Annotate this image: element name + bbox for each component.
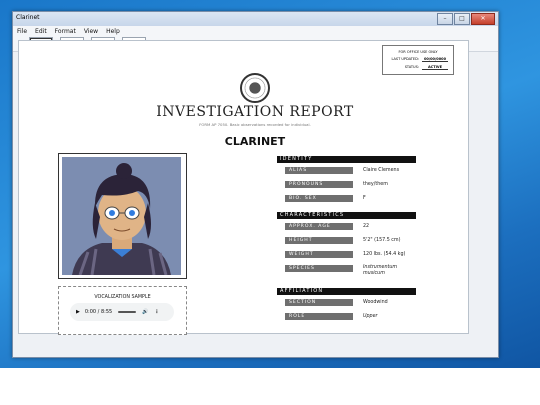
menu-bar: File Edit Format View Help [13, 26, 498, 37]
field-age-label: APPROX. AGE [285, 223, 353, 230]
field-height-value: 5'2" (157.5 cm) [363, 238, 401, 243]
field-role-label: ROLE [285, 313, 353, 320]
more-options-icon[interactable]: ⋮ [154, 309, 159, 315]
field-weight-label: WEIGHT [285, 251, 353, 258]
window-controls: – □ ✕ [436, 13, 495, 25]
portrait-image [62, 157, 181, 275]
agency-seal-icon [240, 73, 270, 103]
play-icon[interactable]: ▶ [76, 309, 80, 315]
office-use-box: FOR OFFICE USE ONLY LAST UPDATED: 00/00/… [382, 45, 454, 75]
field-pronouns-value: they/them [363, 182, 388, 187]
field-section-value: Woodwind [363, 300, 388, 305]
last-updated-label: LAST UPDATED: [391, 57, 419, 61]
field-species-value: Instrumentum musicum [363, 265, 398, 276]
field-species-label: SPECIES [285, 265, 353, 272]
close-button[interactable]: ✕ [471, 13, 495, 25]
section-characteristics: CHARACTERISTICS [277, 212, 416, 219]
field-weight-value: 120 lbs. (54.4 kg) [363, 252, 406, 257]
status-value: ACTIVE [422, 65, 448, 70]
menu-edit[interactable]: Edit [35, 28, 47, 35]
audio-player: ▶ 0:00 / 8:55 🔊 ⋮ [70, 303, 174, 321]
section-affiliation: AFFILIATION [277, 288, 416, 295]
last-updated-row: LAST UPDATED: 00/00/0000 [383, 57, 453, 62]
minimize-button[interactable]: – [437, 13, 453, 25]
subject-name: CLARINET [224, 135, 286, 148]
vocalization-sample-box: VOCALIZATION SAMPLE ▶ 0:00 / 8:55 🔊 ⋮ [58, 286, 187, 335]
report-title: INVESTIGATION REPORT [156, 104, 354, 120]
field-bio-sex-label: BIO. SEX [285, 195, 353, 202]
field-age-value: 22 [363, 224, 370, 229]
audio-time: 0:00 / 8:55 [84, 309, 113, 315]
office-use-header: FOR OFFICE USE ONLY [398, 50, 438, 54]
menu-format[interactable]: Format [55, 28, 76, 35]
last-updated-value: 00/00/0000 [422, 57, 448, 62]
field-role-value: Upper [363, 314, 378, 319]
field-pronouns-label: PRONOUNS [285, 181, 353, 188]
status-row: STATUS: ACTIVE [383, 65, 453, 70]
maximize-button[interactable]: □ [454, 13, 470, 25]
volume-icon[interactable]: 🔊 [142, 309, 148, 315]
field-height-label: HEIGHT [285, 237, 353, 244]
field-bio-sex-value: F [363, 196, 366, 201]
audio-progress-bar[interactable] [118, 311, 137, 313]
window-title: Clarinet [16, 14, 40, 21]
field-section-label: SECTION [285, 299, 353, 306]
field-alias-label: ALIAS [285, 167, 353, 174]
desktop-bottom-area [0, 368, 540, 405]
menu-help[interactable]: Help [106, 28, 120, 35]
form-note: FORM AP 7050. Basic observations recorde… [199, 122, 311, 127]
menu-view[interactable]: View [84, 28, 98, 35]
portrait-frame [58, 153, 187, 279]
status-label: STATUS: [404, 65, 419, 69]
title-bar[interactable]: Clarinet – □ ✕ [13, 12, 498, 26]
field-alias-value: Claire Clemens [363, 168, 400, 173]
vocalization-label: VOCALIZATION SAMPLE [94, 295, 151, 300]
menu-file[interactable]: File [17, 28, 27, 35]
section-identity: IDENTITY [277, 156, 416, 163]
